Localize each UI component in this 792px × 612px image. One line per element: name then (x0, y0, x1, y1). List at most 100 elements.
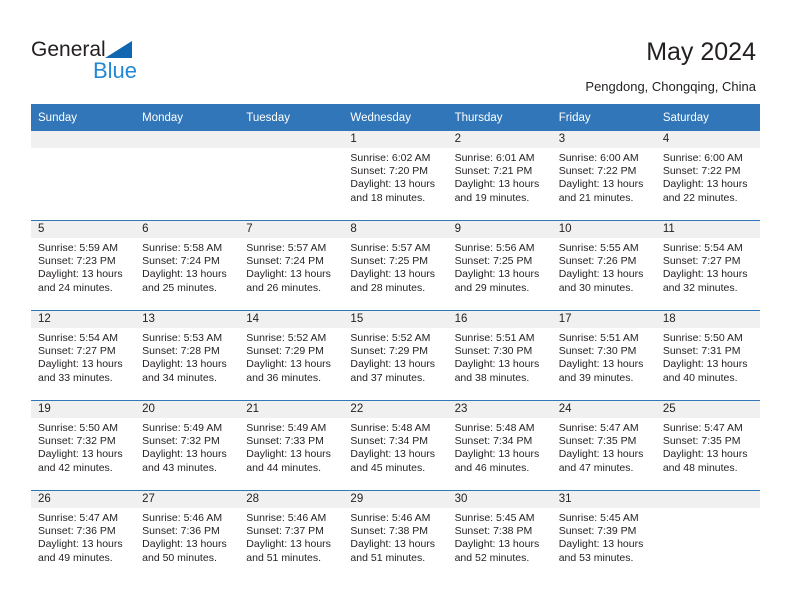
day-details: Sunrise: 5:57 AM Sunset: 7:25 PM Daylight:… (343, 238, 447, 295)
daylight-text-line1: Daylight: 13 hours (350, 178, 436, 191)
daylight-text-line2: and 45 minutes. (350, 461, 426, 474)
calendar-day-cell[interactable]: 11 Sunrise: 5:54 AM Sunset: 7:27 PM Dayligh… (655, 220, 760, 311)
day-number: 9 (447, 221, 552, 238)
calendar-day-cell[interactable]: 7 Sunrise: 5:57 AM Sunset: 7:24 PM Daylight… (239, 220, 344, 311)
page-header: General Blue May 2024 Pengdong, Chongqin… (0, 0, 792, 100)
calendar-day-cell[interactable]: 3 Sunrise: 6:00 AM Sunset: 7:22 PM Daylight… (551, 131, 656, 221)
calendar-day-cell[interactable]: 24 Sunrise: 5:47 AM Sunset: 7:35 PM Dayligh… (551, 400, 656, 491)
day-number: 16 (447, 311, 552, 328)
daylight-text-line1: Daylight: 13 hours (454, 268, 540, 281)
day-details: Sunrise: 5:49 AM Sunset: 7:32 PM Daylight:… (135, 418, 239, 475)
calendar-day-cell[interactable]: 17 Sunrise: 5:51 AM Sunset: 7:30 PM Dayligh… (551, 310, 656, 401)
day-cell-inner: 26 Sunrise: 5:47 AM Sunset: 7:36 PM Dayligh… (31, 491, 136, 580)
daylight-text-line1: Daylight: 13 hours (38, 268, 123, 281)
day-details: Sunrise: 6:01 AM Sunset: 7:21 PM Daylight:… (448, 148, 552, 205)
day-details: Sunrise: 5:48 AM Sunset: 7:34 PM Daylight:… (448, 418, 552, 475)
calendar-day-cell[interactable]: 15 Sunrise: 5:52 AM Sunset: 7:29 PM Dayligh… (343, 310, 448, 401)
daylight-text-line2: and 24 minutes. (38, 281, 113, 294)
daylight-text-line1: Daylight: 13 hours (38, 358, 123, 371)
sunset-text: Sunset: 7:23 PM (38, 255, 116, 268)
day-cell-inner: 27 Sunrise: 5:46 AM Sunset: 7:36 PM Dayligh… (135, 491, 240, 580)
calendar-day-cell[interactable]: 19 Sunrise: 5:50 AM Sunset: 7:32 PM Dayligh… (31, 400, 136, 491)
sunset-text: Sunset: 7:35 PM (662, 435, 741, 448)
month-calendar-table: Sunday Monday Tuesday Wednesday Thursday… (31, 104, 760, 580)
day-cell-inner: 7 Sunrise: 5:57 AM Sunset: 7:24 PM Daylight… (239, 221, 344, 310)
sunrise-text: Sunrise: 5:49 AM (142, 422, 223, 434)
calendar-day-cell[interactable]: 12 Sunrise: 5:54 AM Sunset: 7:27 PM Dayligh… (31, 310, 136, 401)
calendar-day-cell[interactable]: 22 Sunrise: 5:48 AM Sunset: 7:34 PM Dayligh… (343, 400, 448, 491)
day-cell-inner: 21 Sunrise: 5:49 AM Sunset: 7:33 PM Dayligh… (239, 401, 344, 490)
calendar-day-cell[interactable]: 25 Sunrise: 5:47 AM Sunset: 7:35 PM Dayligh… (655, 400, 760, 491)
sunrise-text: Sunrise: 5:47 AM (38, 512, 118, 524)
day-details: Sunrise: 5:47 AM Sunset: 7:36 PM Daylight:… (31, 508, 135, 565)
calendar-day-cell[interactable]: 9 Sunrise: 5:56 AM Sunset: 7:25 PM Daylight… (447, 220, 552, 311)
day-cell-inner: 28 Sunrise: 5:46 AM Sunset: 7:37 PM Dayligh… (239, 491, 344, 580)
calendar-day-cell[interactable]: 16 Sunrise: 5:51 AM Sunset: 7:30 PM Dayligh… (447, 310, 552, 401)
calendar-day-cell[interactable]: 26 Sunrise: 5:47 AM Sunset: 7:36 PM Dayligh… (31, 490, 136, 580)
day-number: 4 (655, 131, 760, 148)
calendar-day-cell[interactable]: 10 Sunrise: 5:55 AM Sunset: 7:26 PM Dayligh… (551, 220, 656, 311)
daylight-text-line2: and 44 minutes. (246, 461, 321, 474)
calendar-day-cell[interactable]: 18 Sunrise: 5:50 AM Sunset: 7:31 PM Dayligh… (655, 310, 760, 401)
calendar-day-cell[interactable]: 29 Sunrise: 5:46 AM Sunset: 7:38 PM Dayligh… (343, 490, 448, 580)
daylight-text-line1: Daylight: 13 hours (558, 538, 644, 551)
day-details: Sunrise: 5:45 AM Sunset: 7:39 PM Daylight:… (552, 508, 656, 565)
calendar-day-cell-empty (655, 490, 760, 580)
calendar-day-cell[interactable]: 5 Sunrise: 5:59 AM Sunset: 7:23 PM Daylight… (31, 220, 136, 311)
day-cell-inner (655, 491, 760, 580)
page-subtitle-location: Pengdong, Chongqing, China (585, 79, 756, 94)
day-number: 12 (31, 311, 136, 328)
day-number: 27 (135, 491, 240, 508)
day-number: 6 (135, 221, 240, 238)
calendar-day-cell[interactable]: 1 Sunrise: 6:02 AM Sunset: 7:20 PM Daylight… (343, 131, 448, 221)
calendar-day-cell[interactable]: 6 Sunrise: 5:58 AM Sunset: 7:24 PM Daylight… (135, 220, 240, 311)
day-details: Sunrise: 5:55 AM Sunset: 7:26 PM Daylight:… (552, 238, 656, 295)
sunset-text: Sunset: 7:34 PM (454, 435, 533, 448)
sunrise-text: Sunrise: 6:00 AM (662, 152, 743, 164)
calendar-day-cell[interactable]: 14 Sunrise: 5:52 AM Sunset: 7:29 PM Dayligh… (239, 310, 344, 401)
sunrise-text: Sunrise: 5:46 AM (350, 512, 431, 524)
sunrise-text: Sunrise: 5:48 AM (454, 422, 535, 434)
day-cell-inner: 23 Sunrise: 5:48 AM Sunset: 7:34 PM Dayligh… (447, 401, 552, 490)
calendar-day-cell[interactable]: 31 Sunrise: 5:45 AM Sunset: 7:39 PM Dayligh… (551, 490, 656, 580)
calendar-day-cell[interactable]: 13 Sunrise: 5:53 AM Sunset: 7:28 PM Dayligh… (135, 310, 240, 401)
weekday-header-sunday: Sunday (31, 104, 136, 131)
sunrise-text: Sunrise: 5:50 AM (38, 422, 118, 434)
calendar-body: 1 Sunrise: 6:02 AM Sunset: 7:20 PM Daylight… (31, 131, 760, 580)
day-cell-inner (135, 131, 240, 220)
sunrise-text: Sunrise: 5:46 AM (246, 512, 327, 524)
logo-triangle-icon (105, 41, 132, 58)
daylight-text-line1: Daylight: 13 hours (662, 358, 748, 371)
calendar-day-cell[interactable]: 23 Sunrise: 5:48 AM Sunset: 7:34 PM Dayligh… (447, 400, 552, 491)
calendar-day-cell[interactable]: 21 Sunrise: 5:49 AM Sunset: 7:33 PM Dayligh… (239, 400, 344, 491)
daylight-text-line1: Daylight: 13 hours (350, 448, 436, 461)
calendar-week-row: 12 Sunrise: 5:54 AM Sunset: 7:27 PM Dayligh… (31, 310, 760, 401)
calendar-day-cell[interactable]: 30 Sunrise: 5:45 AM Sunset: 7:38 PM Dayligh… (447, 490, 552, 580)
sunset-text: Sunset: 7:27 PM (38, 345, 116, 358)
daylight-text-line2: and 26 minutes. (246, 281, 321, 294)
day-details: Sunrise: 5:47 AM Sunset: 7:35 PM Daylight:… (552, 418, 656, 475)
daylight-text-line2: and 51 minutes. (246, 551, 321, 564)
daylight-text-line2: and 42 minutes. (38, 461, 113, 474)
day-details: Sunrise: 5:58 AM Sunset: 7:24 PM Daylight:… (135, 238, 239, 295)
calendar-day-cell[interactable]: 8 Sunrise: 5:57 AM Sunset: 7:25 PM Daylight… (343, 220, 448, 311)
daylight-text-line1: Daylight: 13 hours (558, 448, 644, 461)
calendar-day-cell-empty (135, 131, 240, 221)
sunset-text: Sunset: 7:36 PM (38, 525, 116, 538)
daylight-text-line2: and 39 minutes. (558, 371, 634, 384)
calendar-day-cell[interactable]: 20 Sunrise: 5:49 AM Sunset: 7:32 PM Dayligh… (135, 400, 240, 491)
day-number: 5 (31, 221, 136, 238)
calendar-day-cell[interactable]: 4 Sunrise: 6:00 AM Sunset: 7:22 PM Daylight… (655, 131, 760, 221)
calendar-day-cell[interactable]: 2 Sunrise: 6:01 AM Sunset: 7:21 PM Daylight… (447, 131, 552, 221)
daylight-text-line2: and 53 minutes. (558, 551, 634, 564)
sunset-text: Sunset: 7:32 PM (142, 435, 220, 448)
calendar-week-row: 26 Sunrise: 5:47 AM Sunset: 7:36 PM Dayligh… (31, 490, 760, 580)
calendar-day-cell[interactable]: 27 Sunrise: 5:46 AM Sunset: 7:36 PM Dayligh… (135, 490, 240, 580)
day-details: Sunrise: 5:53 AM Sunset: 7:28 PM Daylight:… (135, 328, 239, 385)
day-number (239, 131, 344, 148)
daylight-text-line2: and 40 minutes. (662, 371, 738, 384)
day-cell-inner: 18 Sunrise: 5:50 AM Sunset: 7:31 PM Dayligh… (655, 311, 760, 400)
calendar-day-cell[interactable]: 28 Sunrise: 5:46 AM Sunset: 7:37 PM Dayligh… (239, 490, 344, 580)
sunset-text: Sunset: 7:32 PM (38, 435, 116, 448)
day-cell-inner: 30 Sunrise: 5:45 AM Sunset: 7:38 PM Dayligh… (447, 491, 552, 580)
